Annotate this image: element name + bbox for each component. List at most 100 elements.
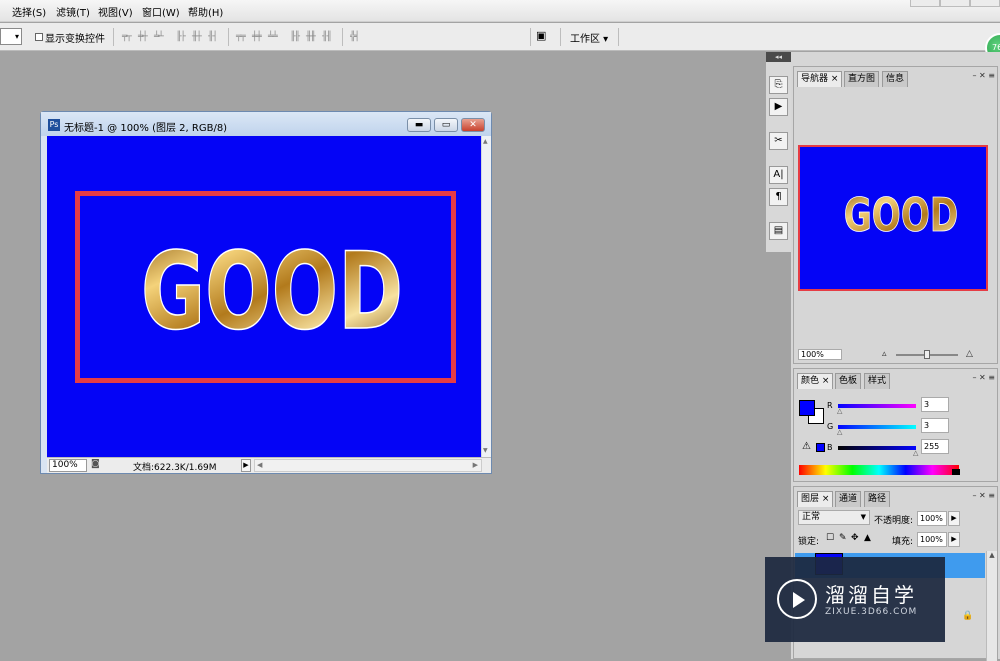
navigator-zoom-field[interactable]: 100% xyxy=(798,349,842,360)
menu-bar: 选择(S) 滤镜(T) 视图(V) 窗口(W) 帮助(H) xyxy=(0,0,1000,22)
tab-info[interactable]: 信息 xyxy=(882,71,909,87)
align-left-icon[interactable]: ╟├ xyxy=(176,32,190,42)
paragraph-icon[interactable]: ¶ xyxy=(769,188,788,206)
tab-styles[interactable]: 样式 xyxy=(864,373,891,389)
green-channel-slider[interactable] xyxy=(838,425,916,429)
tab-channels[interactable]: 通道 xyxy=(835,491,862,507)
zoom-field[interactable]: 100% xyxy=(49,459,87,472)
slider-handle-icon[interactable]: △ xyxy=(837,428,842,436)
distribute-right-icon[interactable]: ╢╢ xyxy=(322,32,336,42)
distribute-vcenter-icon[interactable]: ╪╪ xyxy=(252,32,266,42)
document-canvas[interactable]: GOOD xyxy=(47,136,481,457)
color-spectrum-bar[interactable] xyxy=(799,465,959,475)
options-bar: ▾ 显示变换控件 ╤┬ ╪┼ ╧┴ ╟├ ╫┼ ╢┤ ╤╤ ╪╪ ╧╧ ╟╟ ╫… xyxy=(0,23,1000,51)
menu-view[interactable]: 视图(V) xyxy=(98,8,133,20)
menu-filter[interactable]: 滤镜(T) xyxy=(56,8,90,20)
distribute-bottom-icon[interactable]: ╧╧ xyxy=(268,32,282,42)
menu-select[interactable]: 选择(S) xyxy=(12,8,46,20)
align-vcenter-icon[interactable]: ╪┼ xyxy=(138,32,152,42)
align-bottom-icon[interactable]: ╧┴ xyxy=(154,32,168,42)
tab-paths[interactable]: 路径 xyxy=(864,491,891,507)
red-channel-slider[interactable] xyxy=(838,404,916,408)
opacity-arrow-icon[interactable]: ▶ xyxy=(948,511,960,526)
align-right-icon[interactable]: ╢┤ xyxy=(208,32,222,42)
panel-menu-icon[interactable]: – ✕ ≡ xyxy=(973,71,996,80)
history-icon[interactable]: ⎘ xyxy=(769,76,788,94)
separator xyxy=(618,28,619,46)
document-titlebar[interactable]: Ps 无标题-1 @ 100% (图层 2, RGB/8) ▬ ▭ ✕ xyxy=(41,112,491,136)
zoom-in-icon[interactable]: △ xyxy=(966,349,973,359)
blue-channel-slider[interactable] xyxy=(838,446,916,450)
workspace-menu[interactable]: 工作区 ▾ xyxy=(570,30,608,45)
gamut-warning-icon[interactable]: ⚠ xyxy=(802,441,811,452)
separator xyxy=(560,28,561,46)
scroll-up-arrow-icon[interactable]: ▲ xyxy=(483,138,491,146)
menu-window[interactable]: 窗口(W) xyxy=(142,8,180,20)
lock-position-move-icon[interactable]: ✥ xyxy=(851,533,859,543)
show-transform-label: 显示变换控件 xyxy=(45,34,105,45)
distribute-top-icon[interactable]: ╤╤ xyxy=(236,32,250,42)
blend-mode-dropdown[interactable]: 正常 ▼ xyxy=(798,510,870,525)
spectrum-black-swatch[interactable] xyxy=(952,469,960,475)
green-value-field[interactable]: 3 xyxy=(921,418,949,433)
collapsed-panel-strip: ◂◂ ⎘ ▶ ✂ A| ¶ ▤ xyxy=(766,52,791,252)
svg-text:GOOD: GOOD xyxy=(844,188,959,235)
doc-status-bar: 100% ◙ 文档:622.3K/1.69M ▶ ◀ ▶ xyxy=(47,457,491,473)
distribute-hcenter-icon[interactable]: ╫╫ xyxy=(306,32,320,42)
fill-field[interactable]: 100% xyxy=(917,532,947,547)
good-text-thumbnail: GOOD xyxy=(843,187,959,235)
svg-text:GOOD: GOOD xyxy=(141,230,403,333)
zoom-info-icon[interactable]: ◙ xyxy=(91,459,100,469)
zoom-out-icon[interactable]: ▵ xyxy=(882,349,887,359)
layer-comps-icon[interactable]: ▤ xyxy=(769,222,788,240)
show-transform-checkbox[interactable] xyxy=(35,33,43,41)
status-menu-arrow-icon[interactable]: ▶ xyxy=(241,459,251,472)
blue-value-field[interactable]: 255 xyxy=(921,439,949,454)
tab-color[interactable]: 颜色 × xyxy=(797,373,834,389)
doc-minimize-button[interactable]: ▬ xyxy=(407,118,431,132)
distribute-left-icon[interactable]: ╟╟ xyxy=(290,32,304,42)
app-close-button[interactable] xyxy=(970,0,1000,7)
slider-handle-icon[interactable]: △ xyxy=(837,407,842,415)
foreground-color-swatch[interactable] xyxy=(799,400,815,416)
tab-swatches[interactable]: 色板 xyxy=(835,373,862,389)
doc-horizontal-scrollbar[interactable]: ◀ ▶ xyxy=(254,459,482,472)
lock-all-icon[interactable]: ▲ xyxy=(864,533,871,543)
tab-navigator[interactable]: 导航器 × xyxy=(797,71,843,87)
watermark-title: 溜溜自学 xyxy=(825,583,917,607)
document-title: 无标题-1 @ 100% (图层 2, RGB/8) xyxy=(64,123,228,134)
panel-menu-icon[interactable]: – ✕ ≡ xyxy=(973,373,996,382)
navigator-preview[interactable]: GOOD xyxy=(798,145,988,291)
align-top-icon[interactable]: ╤┬ xyxy=(122,32,136,42)
red-channel-label: R xyxy=(827,401,833,410)
panel-menu-icon[interactable]: – ✕ ≡ xyxy=(973,491,996,500)
align-hcenter-icon[interactable]: ╫┼ xyxy=(192,32,206,42)
navigator-zoom-bar: 100% ▵ △ xyxy=(796,348,996,362)
app-restore-button[interactable] xyxy=(910,0,940,7)
scroll-down-arrow-icon[interactable]: ▼ xyxy=(483,447,491,455)
red-value-field[interactable]: 3 xyxy=(921,397,949,412)
layers-scrollbar[interactable]: ▲ xyxy=(986,551,997,661)
doc-close-button[interactable]: ✕ xyxy=(461,118,485,132)
tool-presets-icon[interactable]: ✂ xyxy=(769,132,788,150)
strip-collapse-icon[interactable]: ◂◂ xyxy=(766,52,791,62)
actions-play-icon[interactable]: ▶ xyxy=(769,98,788,116)
slider-handle-icon[interactable]: △ xyxy=(913,449,918,457)
tab-histogram[interactable]: 直方图 xyxy=(844,71,880,87)
bridge-icon[interactable]: ▣ xyxy=(536,30,552,42)
watermark-play-logo-icon xyxy=(777,579,817,619)
lock-image-brush-icon[interactable]: ✎ xyxy=(839,533,847,543)
opacity-field[interactable]: 100% xyxy=(917,511,947,526)
menu-help[interactable]: 帮助(H) xyxy=(188,8,223,20)
tool-preset-dropdown[interactable]: ▾ xyxy=(0,28,22,45)
gamut-swatch[interactable] xyxy=(816,443,825,452)
tab-layers[interactable]: 图层 × xyxy=(797,491,834,507)
lock-transparent-icon[interactable]: ☐ xyxy=(826,533,834,543)
doc-maximize-button[interactable]: ▭ xyxy=(434,118,458,132)
app-maximize-button[interactable] xyxy=(940,0,970,7)
doc-vertical-scrollbar[interactable]: ▲ ▼ xyxy=(481,136,491,457)
fill-arrow-icon[interactable]: ▶ xyxy=(948,532,960,547)
zoom-slider-handle[interactable] xyxy=(924,350,930,359)
auto-align-icon[interactable]: ╬╡ xyxy=(350,32,364,42)
character-icon[interactable]: A| xyxy=(769,166,788,184)
